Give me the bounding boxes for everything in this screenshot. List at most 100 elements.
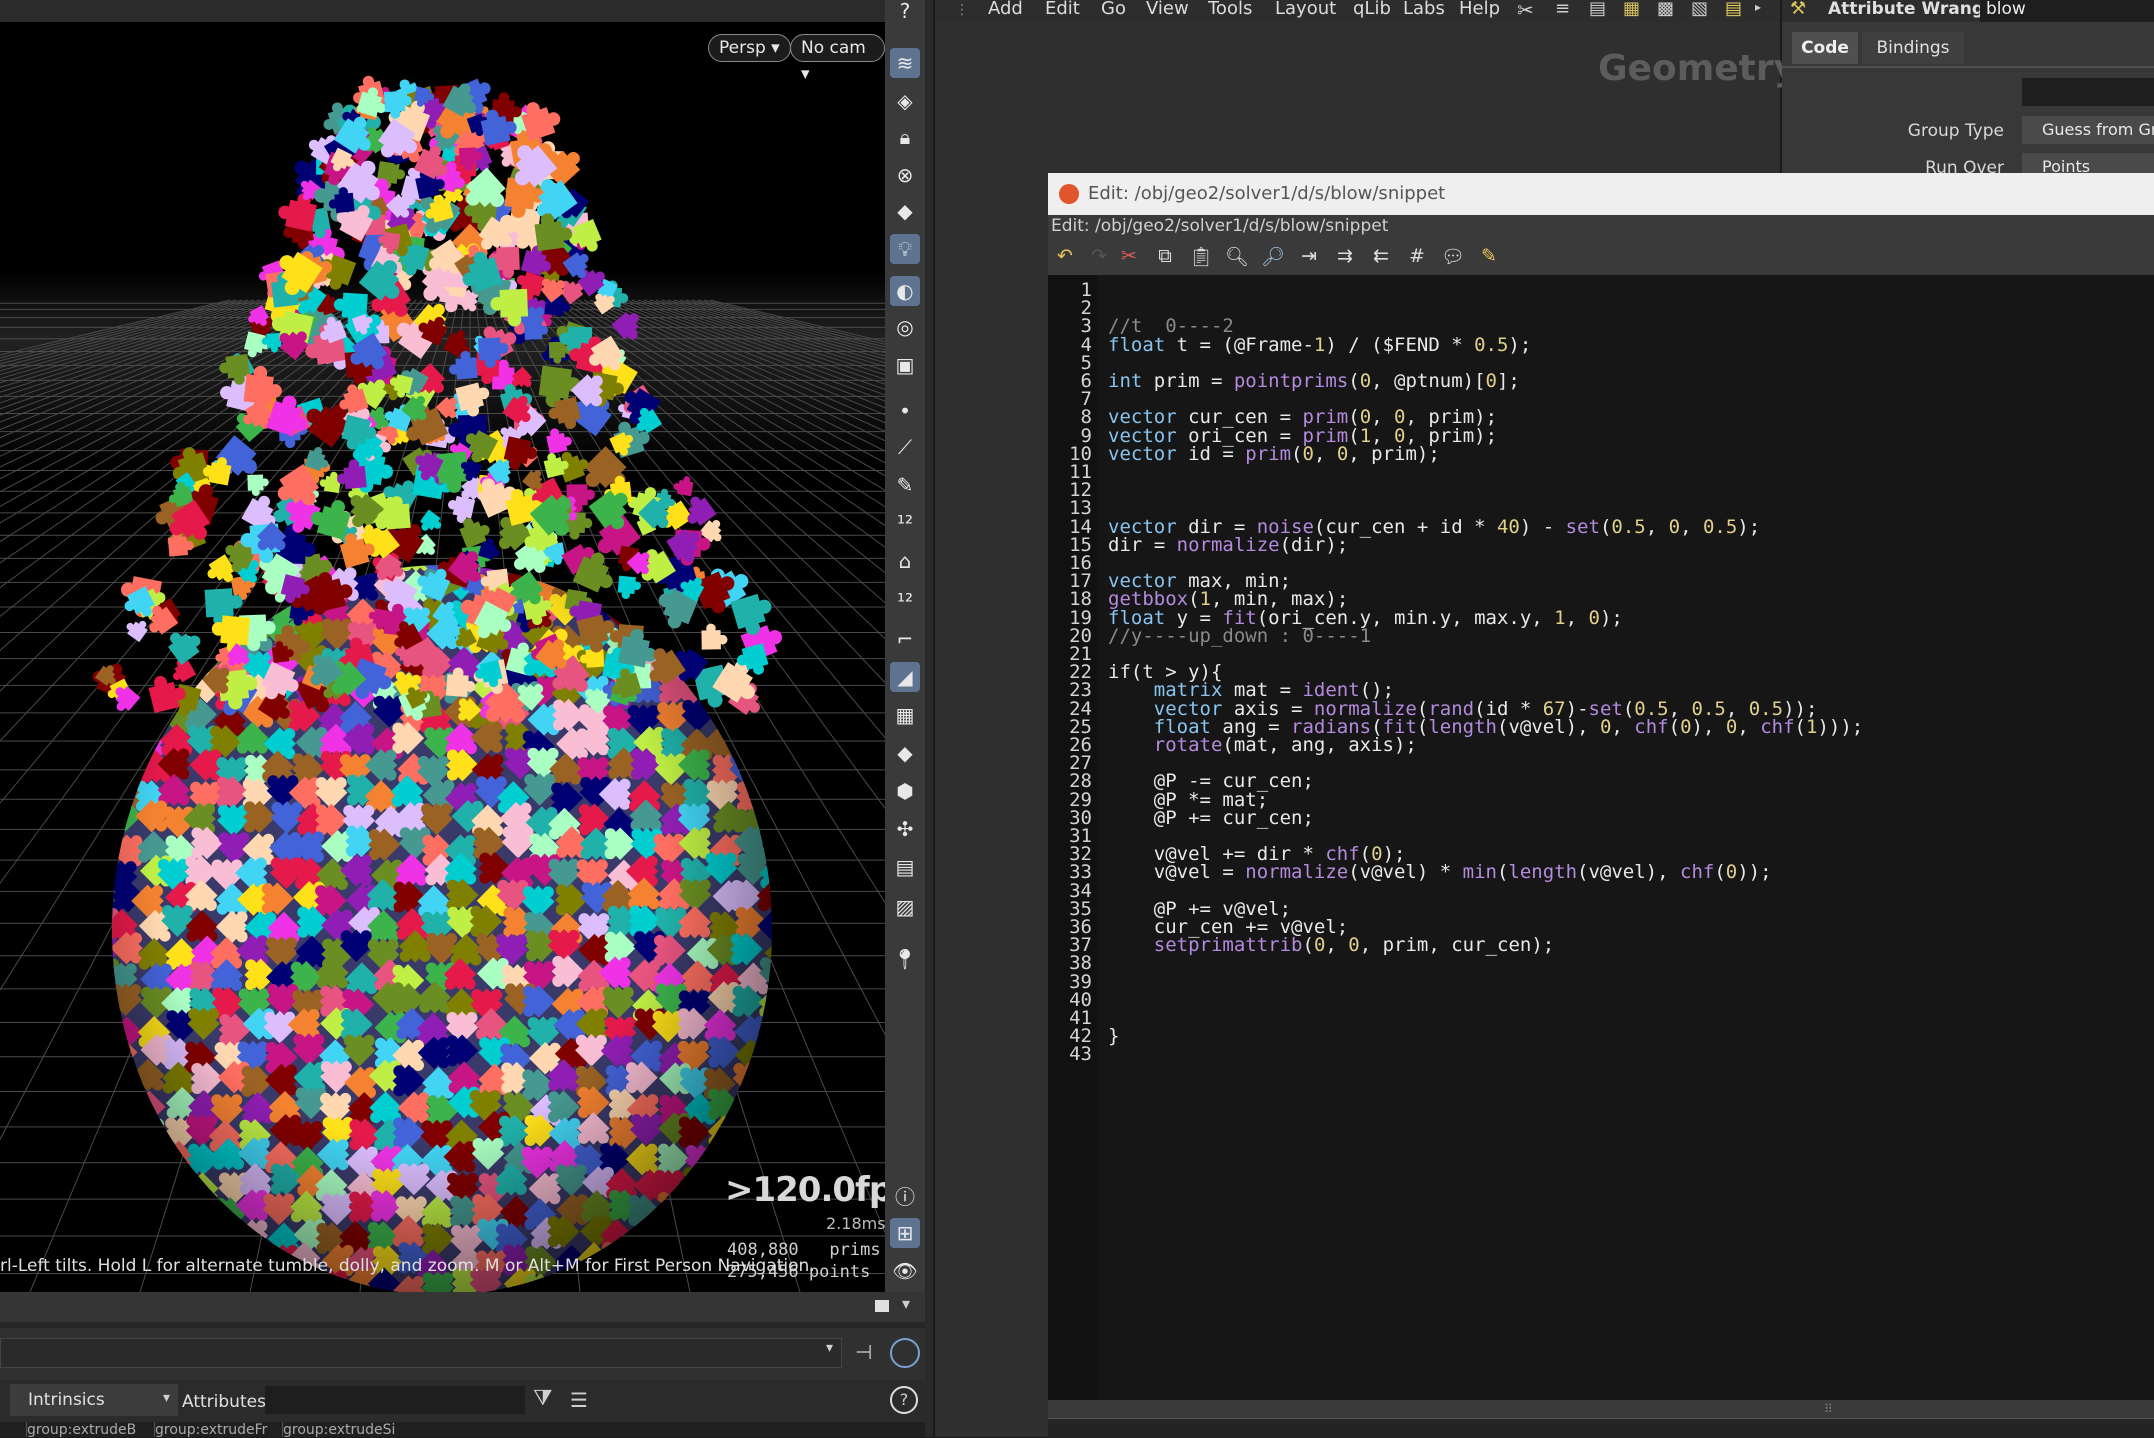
expand-icon[interactable]: ▾	[902, 1294, 910, 1313]
sync-icon[interactable]	[890, 1338, 920, 1368]
help-icon[interactable]: ?	[890, 0, 920, 26]
notes-icon[interactable]: ▤	[1725, 0, 1742, 19]
brush-icon[interactable]: ⌂	[890, 546, 920, 576]
replace-icon[interactable]: 🔎︎	[1260, 243, 1286, 269]
menu-edit[interactable]: Edit	[1045, 0, 1080, 19]
background-image-icon[interactable]: ▨	[890, 892, 920, 922]
find-icon[interactable]: 🔍︎	[1224, 243, 1250, 269]
node-name-field[interactable]: blow	[1980, 0, 2154, 22]
code-line[interactable]: @P += cur_cen;	[1108, 807, 1314, 829]
code-line[interactable]: setprimattrib(0, 0, prim, cur_cen);	[1108, 934, 1554, 956]
menu-layout[interactable]: Layout	[1275, 0, 1336, 19]
menu-help[interactable]: Help	[1459, 0, 1500, 19]
guide-icon[interactable]: ⌐	[890, 624, 920, 654]
pin-icon[interactable]: 📍︎	[890, 944, 920, 974]
tree-icon[interactable]: ≡	[1555, 0, 1570, 19]
point-display-icon[interactable]: •	[890, 396, 920, 426]
backface-icon[interactable]: ◆	[890, 738, 920, 768]
column-header[interactable]: group:extrudeSi	[282, 1422, 407, 1437]
ghost-icon[interactable]: ⊗	[890, 160, 920, 190]
frame-icon[interactable]: ▤	[890, 852, 920, 882]
attributes-filter-input[interactable]	[265, 1386, 525, 1414]
tab-code[interactable]: Code	[1792, 32, 1858, 64]
menu-view[interactable]: View	[1146, 0, 1189, 19]
light-icon[interactable]: 💡︎	[890, 234, 920, 264]
pin-toggle-icon[interactable]: ⊣	[855, 1340, 872, 1364]
menu-go[interactable]: Go	[1101, 0, 1126, 19]
code-line[interactable]: float t = (@Frame-1) / ($FEND * 0.5);	[1108, 334, 1531, 356]
paste-icon[interactable]: 📋︎	[1188, 243, 1214, 269]
run-over-menu[interactable]: Points	[2022, 153, 2154, 175]
view-icon[interactable]: ◎	[890, 312, 920, 342]
normal-display-icon[interactable]: ⟋	[890, 432, 920, 462]
code-line[interactable]: //y----up_down : 0----1	[1108, 625, 1371, 647]
perspective-menu[interactable]: Persp ▾	[708, 34, 791, 62]
camera-icon[interactable]: ◐	[890, 276, 920, 306]
snapshot-icon[interactable]: ▣	[890, 350, 920, 380]
list-icon[interactable]: ☰	[570, 1388, 588, 1412]
uv-checker-icon[interactable]: ▦	[890, 700, 920, 730]
copy-icon[interactable]: ⧉	[1152, 243, 1178, 269]
pane-splitter[interactable]	[925, 0, 933, 1437]
menu-add[interactable]: Add	[988, 0, 1023, 19]
code-line[interactable]: rotate(mat, ang, axis);	[1108, 734, 1417, 756]
comment-icon[interactable]: #	[1404, 243, 1430, 269]
menu-labs[interactable]: Labs	[1403, 0, 1445, 19]
template-icon[interactable]: ◢	[890, 662, 920, 692]
code-line[interactable]: v@vel = normalize(v@vel) * min(length(v@…	[1108, 861, 1772, 883]
intrinsics-dropdown[interactable]: Intrinsics	[10, 1384, 178, 1416]
point-number-icon[interactable]: ¹²	[890, 508, 920, 538]
eye-icon[interactable]: 👁︎	[890, 1256, 920, 1286]
wireframe-icon[interactable]: ⬢	[890, 776, 920, 806]
resize-grip-icon[interactable]: ⠿	[1824, 1402, 1833, 1416]
grid-view-icon[interactable]: ▦	[1623, 0, 1640, 19]
code-line[interactable]: int prim = pointprims(0, @ptnum)[0];	[1108, 370, 1520, 392]
prim-number-icon[interactable]: ¹²	[890, 586, 920, 616]
goto-line-icon[interactable]: ⇥	[1296, 243, 1322, 269]
more-arrow-icon[interactable]: ▸	[1755, 0, 1761, 14]
uncomment-icon[interactable]: 💬︎	[1440, 243, 1466, 269]
redo-icon[interactable]: ↷	[1086, 243, 1112, 269]
menu-tools[interactable]: Tools	[1208, 0, 1252, 19]
path-field[interactable]	[0, 1338, 842, 1368]
edit-notes-icon[interactable]: ✎	[1476, 243, 1502, 269]
scene-canvas[interactable]	[0, 0, 885, 1292]
thumbnail-icon[interactable]: ▩	[1657, 0, 1674, 19]
camera-menu[interactable]: No cam ▾	[790, 34, 885, 84]
layout-icon[interactable]: ⊞	[890, 1218, 920, 1248]
code-area[interactable]: //t 0----2 float t = (@Frame-1) / ($FEND …	[1100, 275, 2154, 1400]
scene-viewport[interactable]: Persp ▾ No cam ▾ >120.0fps 2.18ms 408,88…	[0, 0, 885, 1292]
editor-title-bar[interactable]: Edit: /obj/geo2/solver1/d/s/blow/snippet	[1048, 173, 2154, 215]
stop-icon[interactable]	[875, 1300, 889, 1312]
quickmark-icon[interactable]: ▧	[1691, 0, 1708, 19]
menu-qlib[interactable]: qLib	[1353, 0, 1391, 19]
shading-icon[interactable]: ◆	[890, 196, 920, 226]
list-view-icon[interactable]: ▤	[1589, 0, 1606, 19]
geometry-display-icon[interactable]: ◈	[890, 86, 920, 116]
help-circle-icon[interactable]: ?	[890, 1386, 918, 1414]
code-line[interactable]: dir = normalize(dir);	[1108, 534, 1348, 556]
group-type-menu[interactable]: Guess from Gro	[2022, 116, 2154, 144]
filter-icon[interactable]: ⧩	[533, 1386, 553, 1411]
dropdown-arrow-icon[interactable]: ▾	[826, 1340, 833, 1356]
info-icon[interactable]: ⓘ	[890, 1180, 920, 1210]
lock-icon[interactable]: 🔒︎	[890, 122, 920, 152]
handle-icon[interactable]: ✣	[890, 814, 920, 844]
command-line[interactable]	[1048, 1418, 2154, 1438]
group-input[interactable]	[2022, 78, 2154, 106]
intrinsics-arrow-icon[interactable]: ▾	[163, 1390, 170, 1406]
prims-label: prims	[829, 1240, 881, 1260]
frame-time: 2.18ms	[826, 1214, 885, 1233]
code-line[interactable]: vector id = prim(0, 0, prim);	[1108, 443, 1440, 465]
column-header[interactable]: group:extrudeFr	[154, 1422, 279, 1437]
cut-icon[interactable]: ✂	[1116, 243, 1142, 269]
tab-bindings[interactable]: Bindings	[1862, 32, 1964, 64]
display-options-icon[interactable]: ≋	[890, 48, 920, 78]
unindent-icon[interactable]: ⇇	[1368, 243, 1394, 269]
vector-display-icon[interactable]: ✎	[890, 470, 920, 500]
tools-icon[interactable]: ✂	[1517, 0, 1534, 22]
indent-icon[interactable]: ⇉	[1332, 243, 1358, 269]
undo-icon[interactable]: ↶	[1052, 243, 1078, 269]
code-line[interactable]: }	[1108, 1025, 1119, 1047]
column-header[interactable]: group:extrudeB	[26, 1422, 151, 1437]
